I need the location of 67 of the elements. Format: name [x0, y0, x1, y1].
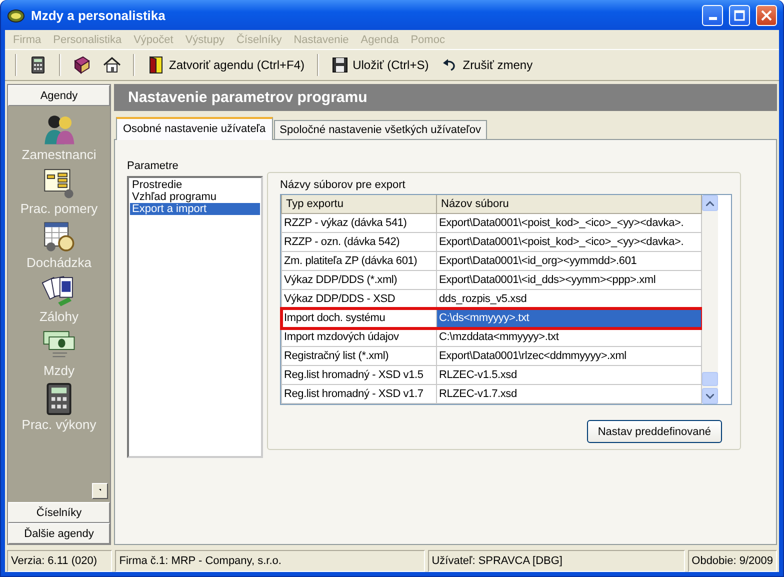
sidebar-section-button[interactable]: Číselníky — [8, 502, 110, 523]
set-defaults-button[interactable]: Nastav preddefinované — [586, 420, 722, 443]
home-icon[interactable] — [103, 56, 121, 74]
scrollbar[interactable] — [702, 195, 718, 404]
table-cell: Export\Data0001\<id_org><yymmdd>.601 — [436, 252, 702, 270]
tab[interactable]: Spoločné nastavenie všetkých užívateľov — [274, 120, 487, 139]
org-chart-icon — [42, 166, 76, 200]
app-icon — [7, 7, 25, 23]
group-title: Názvy súborov pre export — [280, 179, 406, 191]
table-cell: Zm. platiteľa ZP (dávka 601) — [282, 252, 436, 270]
table-cell: Registračný list (*.xml) — [282, 346, 436, 366]
toolbar-button[interactable]: Zrušiť zmeny — [436, 53, 537, 77]
table-cell: Reg.list hromadný - XSD v1.5 — [282, 366, 436, 384]
calendar-clock-icon — [42, 220, 76, 254]
page-title: Nastavenie parametrov programu — [114, 84, 777, 111]
list-item[interactable]: Vzhľad programu — [130, 191, 260, 203]
table-row[interactable]: RZZP - výkaz (dávka 541) Export\Data0001\<poist_kod>_<ico>_<yy><davka>. — [282, 214, 702, 232]
door-icon — [147, 56, 165, 74]
table-row[interactable]: Reg.list hromadný - XSD v1.7 RLZEC-v1.7.xsd — [282, 384, 702, 404]
table-cell: RZZP - ozn. (dávka 542) — [282, 232, 436, 252]
sidebar-section-button[interactable]: Ďalšie agendy — [8, 523, 110, 544]
close-icon — [761, 10, 772, 20]
cards-icon — [42, 274, 76, 308]
tab[interactable]: Osobné nastavenie užívateľa — [116, 117, 273, 140]
scrollbar-thumb[interactable] — [702, 372, 718, 386]
toolbar-button[interactable]: Uložiť (Ctrl+S) — [326, 53, 433, 77]
table-cell: C:\mzddata<mmyyyy>.txt — [436, 328, 702, 346]
maximize-icon — [734, 10, 745, 20]
table-cell: Export\Data0001\rlzec<ddmmyyyy>.xml — [436, 346, 702, 366]
calculator-icon[interactable] — [29, 56, 47, 74]
list-item[interactable]: Prostredie — [130, 179, 260, 191]
table-cell: Export\Data0001\<poist_kod>_<ico>_<yy><davka>. — [436, 214, 702, 232]
maximize-button[interactable] — [729, 4, 750, 26]
minimize-button[interactable] — [702, 4, 723, 26]
table-row[interactable]: Registračný list (*.xml) Export\Data0001\rlzec<ddmmyyyy>.xml — [282, 346, 702, 366]
table-row[interactable]: Reg.list hromadný - XSD v1.5 RLZEC-v1.5.xsd — [282, 366, 702, 384]
list-item[interactable]: Export a import — [130, 203, 260, 215]
toolbar-button[interactable]: Zatvoriť agendu (Ctrl+F4) — [143, 53, 309, 77]
table-row[interactable]: RZZP - ozn. (dávka 542) Export\Data0001\<poist_kod>_<ico>_<yy><davka>. — [282, 232, 702, 252]
minimize-icon — [708, 16, 716, 20]
status-field: Verzia: 6.11 (020) — [7, 550, 112, 572]
table-cell: RLZEC-v1.7.xsd — [436, 384, 702, 404]
table-cell: Výkaz DDP/DDS - XSD — [282, 290, 436, 308]
table-cell: Reg.list hromadný - XSD v1.7 — [282, 384, 436, 404]
table-cell: RZZP - výkaz (dávka 541) — [282, 214, 436, 232]
scroll-down-button[interactable] — [92, 483, 108, 499]
window-title: Mzdy a personalistika — [31, 8, 166, 22]
table-cell: Výkaz DDP/DDS (*.xml) — [282, 270, 436, 290]
sidebar-header[interactable]: Agendy — [8, 85, 110, 106]
table-cell: C:\ds<mmyyyy>.txt — [436, 308, 702, 328]
column-header[interactable]: Typ exportu — [282, 195, 436, 214]
status-field: Užívateľ: SPRAVCA [DBG] — [428, 550, 685, 572]
status-field: Firma č.1: MRP - Company, s.r.o. — [115, 550, 425, 572]
table-cell: Export\Data0001\<id_dds><yymm><ppp>.xml — [436, 270, 702, 290]
table-row[interactable]: Zm. platiteľa ZP (dávka 601) Export\Data0001\<id_org><yymmdd>.601 — [282, 252, 702, 270]
scroll-up-icon[interactable] — [706, 200, 714, 206]
table-cell: Export\Data0001\<poist_kod>_<ico>_<yy><davka>. — [436, 232, 702, 252]
status-field: Obdobie: 9/2009 — [688, 550, 777, 572]
scroll-down-icon[interactable] — [706, 394, 714, 398]
table-cell: RLZEC-v1.5.xsd — [436, 366, 702, 384]
table-row[interactable]: Import mzdových údajov C:\mzddata<mmyyyy>.txt — [282, 328, 702, 346]
parameters-label: Parametre — [127, 160, 180, 172]
highlighted-row[interactable]: Import doch. systému C:\ds<mmyyyy>.txt — [282, 308, 702, 328]
table-row[interactable]: Výkaz DDP/DDS (*.xml) Export\Data0001\<id_dds><yymm><ppp>.xml — [282, 270, 702, 290]
column-header[interactable]: Názov súboru — [436, 195, 702, 214]
close-button[interactable] — [756, 4, 777, 26]
table-cell: Import mzdových údajov — [282, 328, 436, 346]
